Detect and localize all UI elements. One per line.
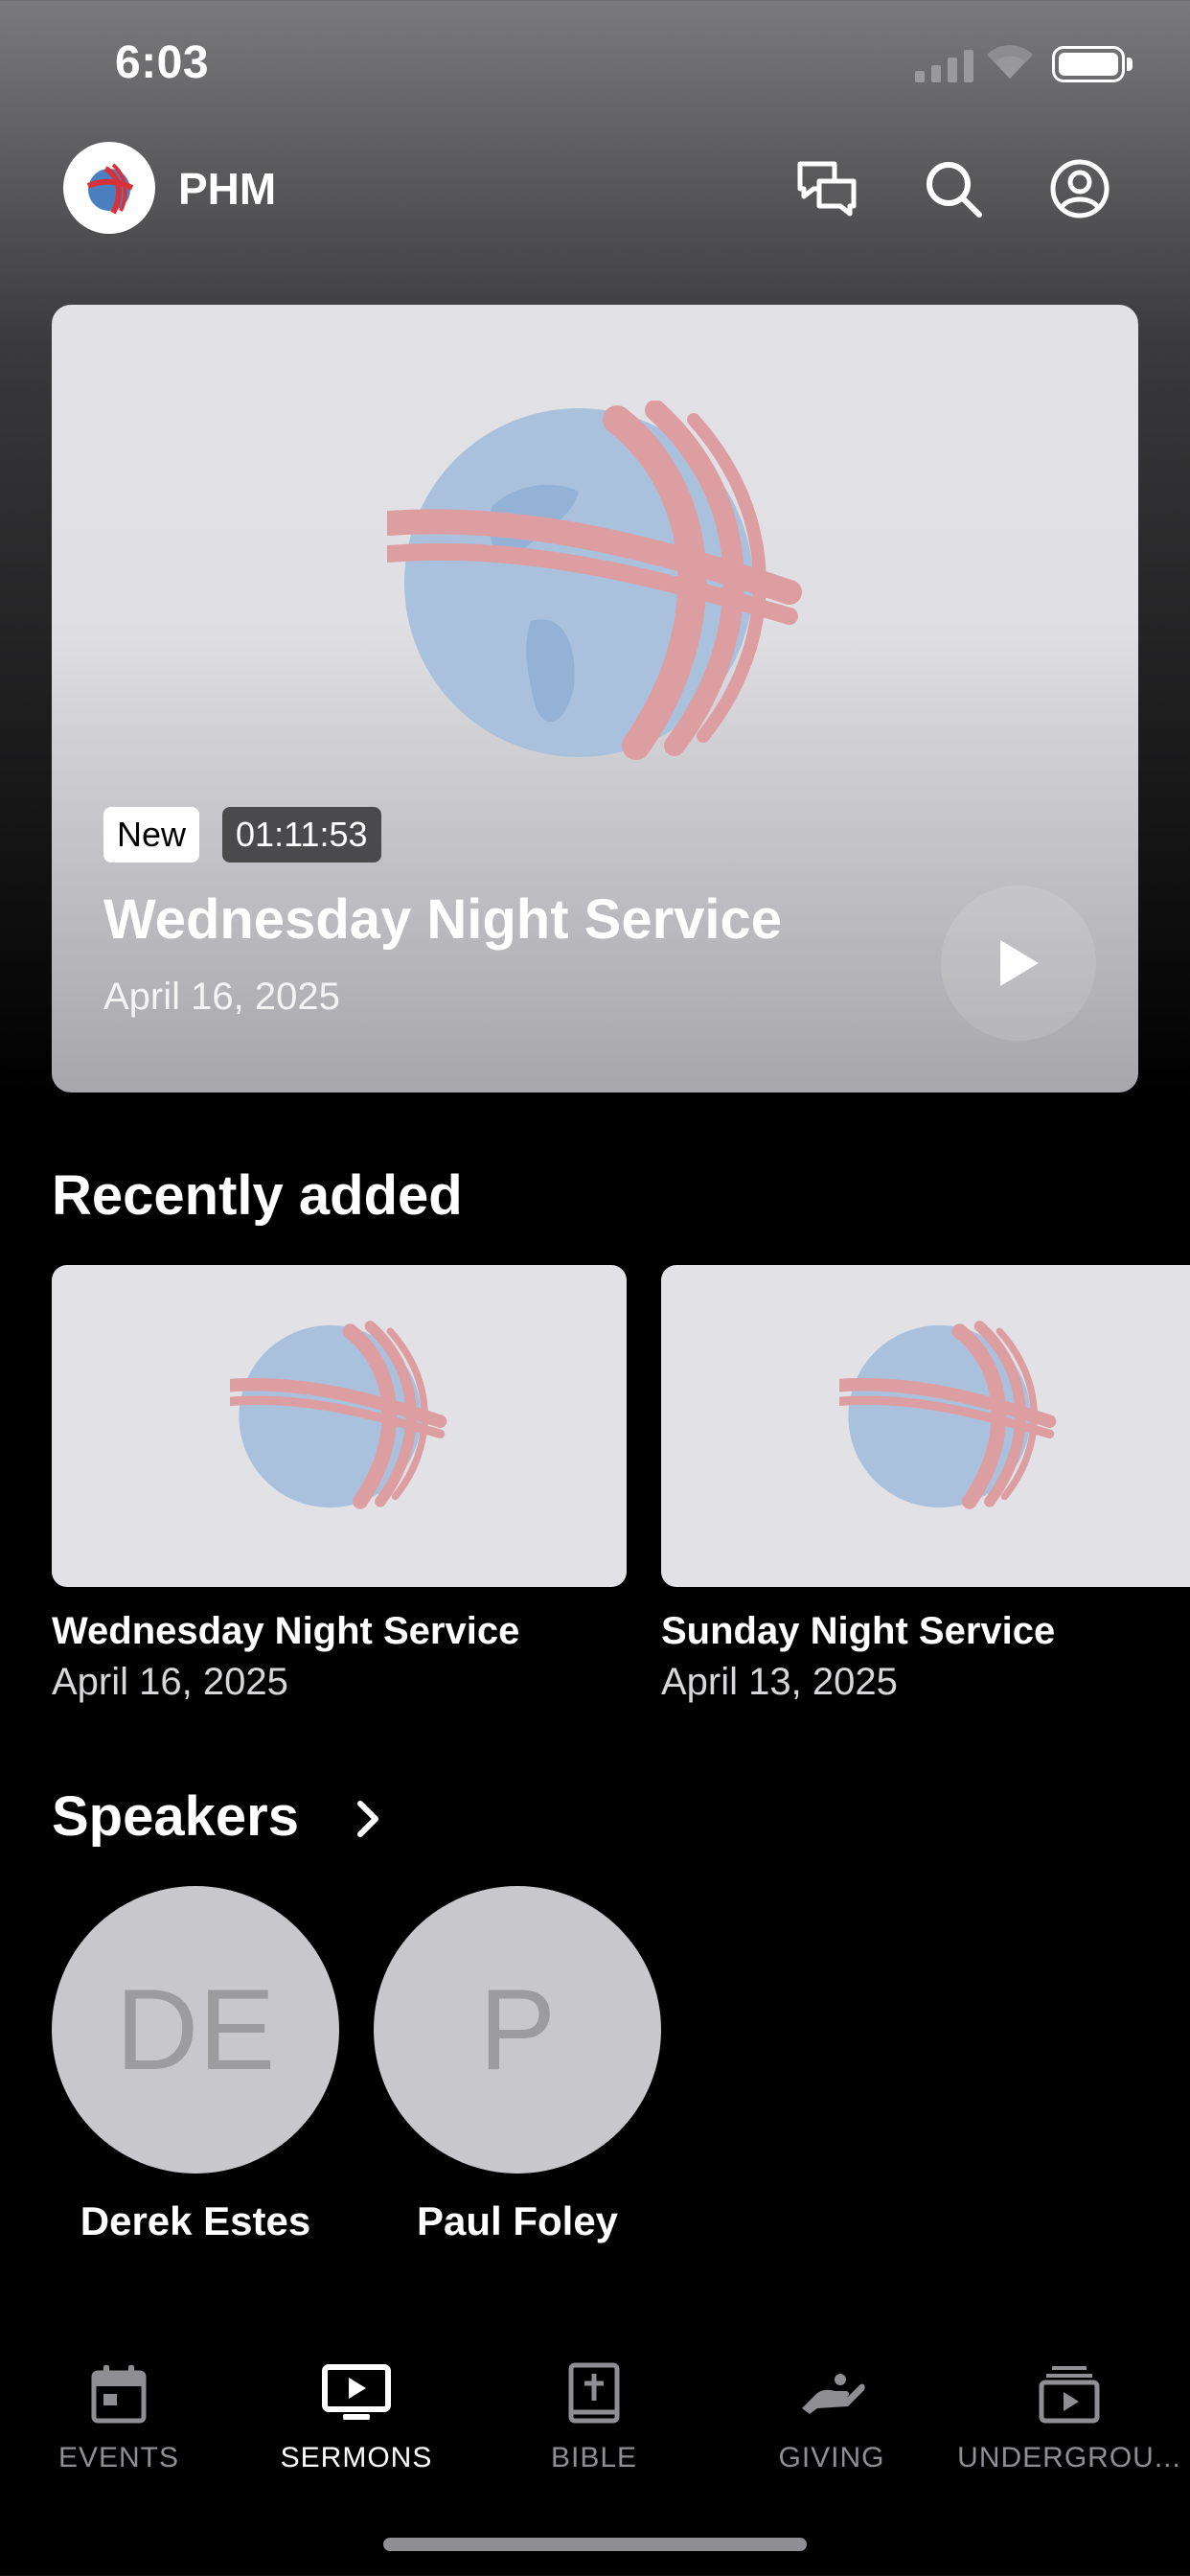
cellular-signal-icon — [915, 48, 973, 82]
globe-flame-artwork — [839, 1321, 1057, 1509]
tv-play-icon — [322, 2364, 391, 2420]
recently-added-heading: Recently added — [52, 1164, 463, 1227]
speaker-avatar: P — [374, 1886, 661, 2174]
status-time: 6:03 — [115, 37, 210, 88]
battery-tip — [1127, 58, 1133, 71]
calendar-icon — [91, 2365, 147, 2424]
play-button[interactable] — [941, 886, 1096, 1041]
card-title: Sunday Night Service — [661, 1610, 1056, 1652]
tab-giving[interactable]: GIVING — [713, 2338, 950, 2492]
app-title: PHM — [178, 164, 277, 214]
speakers-heading[interactable]: Speakers — [52, 1784, 299, 1849]
bible-icon — [568, 2362, 620, 2424]
speaker-item[interactable]: P Paul Foley — [374, 1886, 661, 2244]
chat-bubbles-icon — [797, 161, 857, 217]
duration-badge: 01:11:53 — [222, 807, 381, 862]
tab-label: GIVING — [778, 2442, 885, 2473]
card-date: April 16, 2025 — [52, 1661, 288, 1703]
media-stack-icon — [1039, 2366, 1100, 2424]
card-date: April 13, 2025 — [661, 1661, 898, 1703]
tab-label: SERMONS — [280, 2442, 433, 2473]
tab-events[interactable]: EVENTS — [0, 2338, 238, 2492]
featured-date: April 16, 2025 — [103, 976, 340, 1018]
recent-sermon-card[interactable]: Wednesday Night Service April 16, 2025 — [52, 1265, 627, 1704]
chevron-right-icon[interactable] — [351, 1798, 385, 1840]
search-button[interactable] — [920, 155, 987, 222]
sermon-thumbnail — [661, 1265, 1190, 1587]
tab-sermons[interactable]: SERMONS — [238, 2338, 475, 2492]
tab-label: EVENTS — [57, 2442, 180, 2473]
new-badge: New — [103, 807, 200, 862]
wifi-icon — [987, 45, 1033, 79]
battery-icon — [1052, 46, 1125, 82]
tab-bible[interactable]: BIBLE — [475, 2338, 713, 2492]
globe-flame-logo-icon — [86, 163, 134, 215]
recent-sermon-card[interactable]: Sunday Night Service April 13, 2025 — [661, 1265, 1190, 1704]
app-logo[interactable] — [63, 142, 155, 234]
speaker-item[interactable]: DE Derek Estes — [52, 1886, 339, 2244]
play-icon — [1000, 940, 1039, 986]
search-icon — [927, 162, 982, 218]
tab-underground[interactable]: UNDERGROU... — [950, 2338, 1188, 2492]
giving-hand-icon — [802, 2374, 865, 2414]
tab-label: BIBLE — [550, 2442, 638, 2473]
account-circle-icon — [1050, 159, 1110, 218]
app-header: PHM — [0, 142, 1190, 238]
sermon-thumbnail — [52, 1265, 627, 1587]
globe-flame-artwork — [230, 1321, 447, 1509]
home-indicator[interactable] — [383, 2538, 807, 2551]
speaker-name: Derek Estes — [80, 2198, 311, 2243]
speaker-avatar: DE — [52, 1886, 339, 2174]
tab-label: UNDERGROU... — [957, 2442, 1181, 2473]
globe-flame-artwork — [387, 401, 802, 760]
featured-sermon-card[interactable]: New 01:11:53 Wednesday Night Service Apr… — [52, 305, 1138, 1092]
tab-bar: EVENTS SERMONS BIBLE GIVING UNDERGROU... — [0, 2338, 1190, 2492]
badge-row: New 01:11:53 — [103, 807, 381, 862]
profile-button[interactable] — [1046, 155, 1113, 222]
messages-button[interactable] — [793, 155, 860, 222]
featured-title: Wednesday Night Service — [103, 888, 783, 951]
speaker-name: Paul Foley — [416, 2198, 619, 2243]
status-bar: 6:03 — [0, 0, 1190, 134]
card-title: Wednesday Night Service — [52, 1610, 520, 1652]
